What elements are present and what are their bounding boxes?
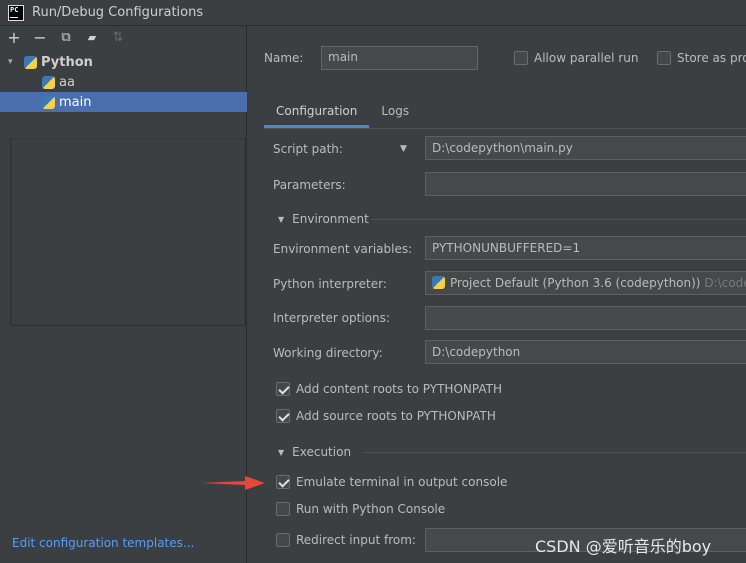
collapse-triangle-icon[interactable]: ▼ [278, 448, 284, 457]
python-interpreter-select[interactable]: Project Default (Python 3.6 (codepython)… [425, 271, 746, 295]
run-with-python-console-checkbox[interactable]: Run with Python Console [276, 502, 445, 516]
tree-empty-area [10, 138, 246, 326]
checkbox-box[interactable] [276, 502, 290, 516]
interpreter-path: D:\codep [704, 276, 746, 290]
emulate-terminal-checkbox[interactable]: Emulate terminal in output console [276, 475, 507, 489]
checkbox-label: Run with Python Console [296, 502, 446, 516]
chevron-down-icon[interactable]: ▼ [400, 144, 407, 154]
checkbox-label: Redirect input from: [296, 533, 416, 547]
name-label: Name: [264, 51, 304, 65]
allow-parallel-run-checkbox[interactable]: Allow parallel run [514, 51, 638, 65]
add-icon[interactable]: + [6, 30, 22, 47]
tree-node-python[interactable]: ▾ Python [0, 52, 247, 72]
section-label: Environment [292, 212, 369, 226]
editor-tabs: Configuration Logs [264, 100, 421, 128]
script-path-field[interactable]: D:\codepython\main.py [425, 136, 746, 160]
checkbox-label: Allow parallel run [534, 51, 639, 65]
environment-section-header[interactable]: ▼ Environment [278, 212, 369, 226]
tree-item-label: main [59, 94, 92, 110]
redirect-input-checkbox[interactable]: Redirect input from: [276, 533, 416, 547]
python-interpreter-label: Python interpreter: [273, 277, 387, 291]
checkbox-box[interactable] [276, 533, 290, 547]
python-icon [24, 55, 37, 69]
working-directory-field[interactable]: D:\codepython [425, 340, 746, 364]
name-input[interactable]: main [321, 46, 478, 70]
store-as-project-file-checkbox[interactable]: Store as pro [657, 51, 746, 65]
annotation-arrow-icon [201, 476, 265, 490]
pycharm-app-icon: PC [8, 4, 24, 21]
app-icon-text: PC [10, 5, 19, 14]
add-source-roots-checkbox[interactable]: Add source roots to PYTHONPATH [276, 409, 496, 423]
copy-icon[interactable]: ⧉ [58, 31, 74, 47]
environment-variables-field[interactable]: PYTHONUNBUFFERED=1 [425, 236, 746, 260]
checkbox-label: Add content roots to PYTHONPATH [296, 382, 502, 396]
execution-section-header[interactable]: ▼ Execution [278, 445, 351, 459]
checkbox-label: Add source roots to PYTHONPATH [296, 409, 496, 423]
configurations-toolbar: + − ⧉ ▰ ⇅ [0, 26, 246, 52]
configurations-tree: ▾ Python aa main [0, 52, 247, 112]
watermark: CSDN @爱听音乐的boy [535, 537, 712, 556]
folder-icon[interactable]: ▰ [84, 31, 100, 47]
script-path-label: Script path: [273, 142, 343, 156]
checkbox-label: Store as pro [677, 51, 746, 65]
python-icon [42, 95, 55, 109]
tree-node-label: Python [41, 54, 93, 70]
checkbox-box[interactable] [514, 51, 528, 65]
tab-divider [264, 128, 746, 129]
parameters-label: Parameters: [273, 178, 346, 192]
tree-item-label: aa [59, 74, 75, 90]
tab-logs[interactable]: Logs [369, 100, 421, 128]
python-icon [432, 276, 445, 289]
python-icon [42, 75, 55, 89]
tab-configuration[interactable]: Configuration [264, 100, 370, 128]
checkbox-box[interactable] [276, 475, 290, 489]
tree-item-aa[interactable]: aa [0, 72, 247, 92]
parameters-field[interactable] [425, 172, 746, 196]
checkbox-box[interactable] [276, 409, 290, 423]
working-directory-label: Working directory: [273, 346, 383, 360]
sort-icon[interactable]: ⇅ [110, 31, 126, 47]
title-bar: PC Run/Debug Configurations [0, 0, 746, 26]
section-label: Execution [292, 445, 352, 459]
section-divider [363, 452, 746, 453]
collapse-triangle-icon[interactable]: ▼ [278, 215, 284, 224]
window-title: Run/Debug Configurations [32, 5, 204, 20]
tree-item-main[interactable]: main [0, 92, 247, 112]
checkbox-box[interactable] [657, 51, 671, 65]
checkbox-label: Emulate terminal in output console [296, 475, 508, 489]
edit-configuration-templates-link[interactable]: Edit configuration templates... [12, 536, 194, 550]
interpreter-options-field[interactable] [425, 306, 746, 330]
add-content-roots-checkbox[interactable]: Add content roots to PYTHONPATH [276, 382, 502, 396]
expand-arrow-icon[interactable]: ▾ [8, 57, 18, 67]
environment-variables-label: Environment variables: [273, 242, 413, 256]
interpreter-options-label: Interpreter options: [273, 311, 390, 325]
section-divider [372, 219, 746, 220]
interpreter-name: Project Default (Python 3.6 (codepython)… [450, 276, 701, 290]
configuration-editor: Name: main Allow parallel run Store as p… [248, 26, 746, 563]
checkbox-box[interactable] [276, 382, 290, 396]
remove-icon[interactable]: − [32, 30, 48, 47]
